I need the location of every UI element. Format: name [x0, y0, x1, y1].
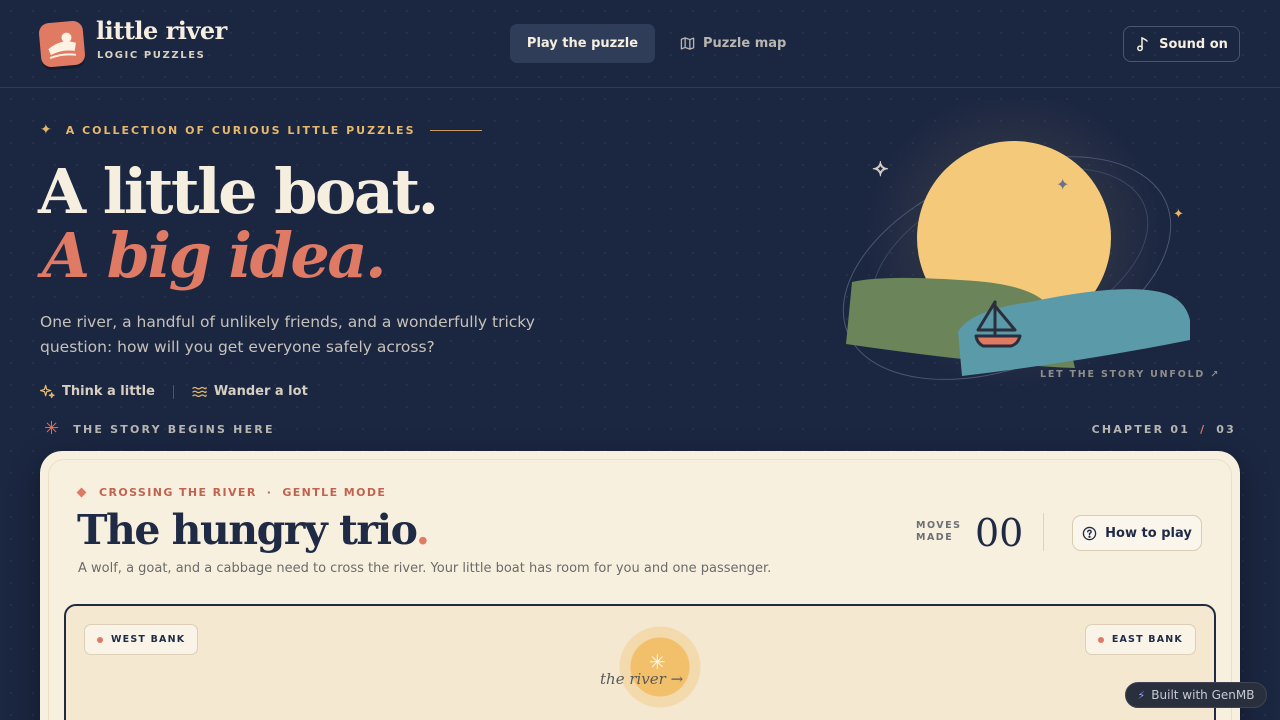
eyebrow-divider: [429, 129, 482, 131]
asterisk-icon: ✳: [44, 418, 62, 439]
puzzle-mode: GENTLE MODE: [282, 486, 387, 499]
svg-text:✧: ✧: [872, 157, 889, 181]
svg-text:✦: ✦: [1173, 207, 1184, 222]
how-to-play-button[interactable]: How to play: [1072, 515, 1202, 551]
map-icon: [680, 37, 695, 50]
sound-toggle-button[interactable]: Sound on: [1123, 26, 1240, 62]
east-bank-label[interactable]: EAST BANK: [1084, 624, 1196, 655]
chapter-current: CHAPTER 01: [1091, 423, 1191, 436]
puzzle-description: A wolf, a goat, and a cabbage need to cr…: [78, 561, 772, 576]
story-unfold-link[interactable]: LET THE STORY UNFOLD ↗: [1040, 369, 1220, 380]
bank-dot-icon: [1097, 636, 1104, 643]
moves-counter: 00: [975, 511, 1024, 555]
story-begins-label: ✳ THE STORY BEGINS HERE: [44, 420, 275, 438]
puzzle-eyebrow: CROSSING THE RIVER · GENTLE MODE: [76, 486, 387, 499]
hero-perks: Think a little Wander a lot: [40, 384, 308, 399]
puzzle-title-dot: .: [415, 506, 430, 554]
moves-divider: [1043, 513, 1044, 551]
river-label: the river →: [600, 670, 684, 688]
hero-eyebrow-text: A COLLECTION OF CURIOUS LITTLE PUZZLES: [65, 123, 416, 137]
eyebrow-separator: ·: [266, 486, 273, 499]
chapter-separator: /: [1200, 423, 1207, 436]
puzzle-board[interactable]: WEST BANK EAST BANK ✳ the river →: [64, 604, 1216, 720]
diamond-icon: [76, 487, 87, 498]
built-with-badge[interactable]: ⚡ Built with GenMB: [1125, 682, 1267, 708]
hero-description: One river, a handful of unlikely friends…: [40, 313, 535, 356]
perk-think: Think a little: [40, 384, 155, 399]
music-note-icon: [1137, 36, 1148, 52]
brand-name[interactable]: little river: [96, 16, 227, 45]
perk-wander-label: Wander a lot: [213, 384, 308, 399]
site-header: little river LOGIC PUZZLES Play the puzz…: [0, 0, 1280, 88]
puzzle-category: CROSSING THE RIVER: [99, 486, 257, 499]
boat-logo-icon[interactable]: [38, 20, 86, 68]
east-bank-text: EAST BANK: [1111, 634, 1183, 645]
perk-think-label: Think a little: [62, 384, 155, 399]
puzzle-title: The hungry trio.: [77, 504, 430, 556]
nav-puzzle-map-link[interactable]: Puzzle map: [680, 24, 786, 63]
moves-label-line2: MADE: [916, 532, 954, 543]
chapter-total: 03: [1216, 423, 1236, 436]
help-circle-icon: [1082, 526, 1097, 540]
perk-divider: [172, 384, 174, 399]
hero-eyebrow: ✦ A COLLECTION OF CURIOUS LITTLE PUZZLES: [40, 122, 482, 138]
waves-icon: [192, 386, 207, 398]
nav-play-button[interactable]: Play the puzzle: [510, 24, 655, 63]
svg-text:✦: ✦: [1056, 175, 1069, 194]
brand-subtitle: LOGIC PUZZLES: [97, 50, 206, 61]
story-begins-text: THE STORY BEGINS HERE: [73, 422, 275, 436]
moves-label: MOVES MADE: [916, 520, 961, 544]
sound-label: Sound on: [1159, 36, 1228, 52]
perk-wander: Wander a lot: [192, 384, 308, 399]
west-bank-label[interactable]: WEST BANK: [84, 624, 199, 655]
chapter-indicator: CHAPTER 01 / 03: [1092, 423, 1236, 436]
nav-map-label: Puzzle map: [703, 36, 787, 51]
bolt-icon: ⚡: [1137, 688, 1146, 702]
west-bank-text: WEST BANK: [111, 634, 186, 645]
sparkle-icon: ✦: [40, 122, 54, 138]
built-with-text: Built with GenMB: [1151, 688, 1255, 702]
hero-headline-line2: A big idea.: [42, 219, 387, 292]
bank-dot-icon: [97, 636, 103, 643]
sparkles-icon: [40, 384, 55, 399]
puzzle-title-text: The hungry trio: [77, 506, 417, 554]
hero-illustration: ✧ ✦ ✦: [820, 90, 1240, 400]
moves-label-line1: MOVES: [916, 520, 962, 531]
how-to-play-label: How to play: [1105, 525, 1192, 541]
